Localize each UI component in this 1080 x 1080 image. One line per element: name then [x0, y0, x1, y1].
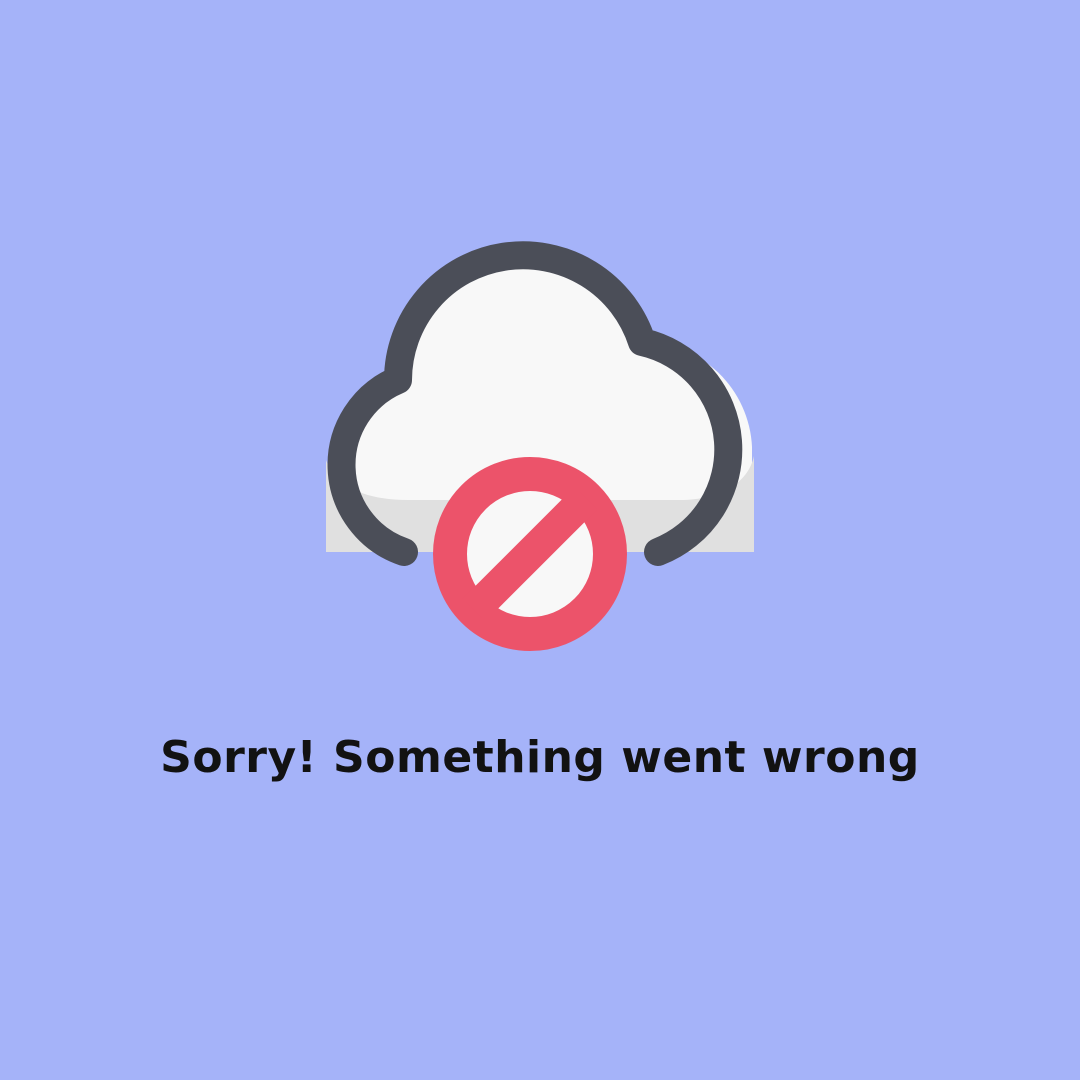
error-message: Sorry! Something went wrong: [160, 732, 920, 783]
prohibited-icon: [433, 457, 627, 651]
error-illustration: [290, 220, 790, 670]
cloud-error-graphic: [326, 241, 754, 651]
error-screen: Sorry! Something went wrong: [0, 0, 1080, 1080]
